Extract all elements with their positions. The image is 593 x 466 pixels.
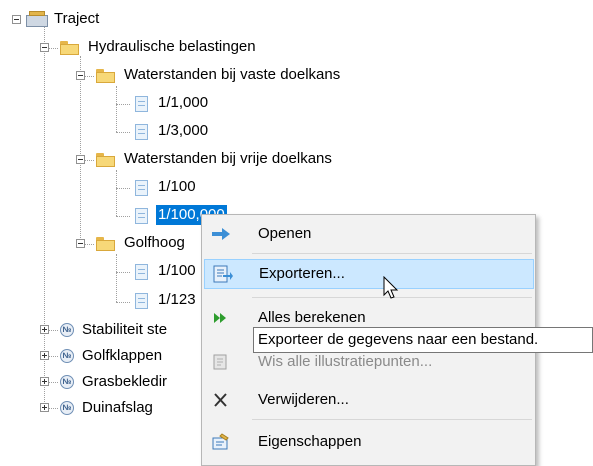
- run-all-icon: [210, 309, 232, 327]
- tree-line: [80, 56, 81, 246]
- collapse-toggle[interactable]: [12, 15, 21, 24]
- tree-item-fixed-2[interactable]: 1/3,000: [158, 121, 208, 141]
- tree-item-fixed-group[interactable]: Waterstanden bij vaste doelkans: [124, 65, 340, 85]
- collapse-toggle[interactable]: [76, 239, 85, 248]
- menu-item-properties[interactable]: Eigenschappen: [202, 427, 535, 457]
- menu-item-calculate-all-label: Alles berekenen: [258, 309, 366, 326]
- failure-mechanism-icon: №: [60, 401, 74, 415]
- tree-item-wave-2[interactable]: 1/123: [158, 290, 196, 310]
- folder-open-icon: [60, 41, 79, 55]
- expand-toggle[interactable]: [40, 403, 49, 412]
- collapse-toggle[interactable]: [76, 71, 85, 80]
- failure-mechanism-icon: №: [60, 375, 74, 389]
- tree-item-stability[interactable]: Stabiliteit ste: [82, 320, 167, 340]
- document-icon: [135, 264, 148, 280]
- menu-item-export[interactable]: Exporteren...: [204, 259, 534, 289]
- menu-item-export-label: Exporteren...: [259, 265, 345, 282]
- menu-item-open-label: Openen: [258, 225, 312, 242]
- tree-item-wave-impact[interactable]: Golfklappen: [82, 346, 162, 366]
- document-icon: [135, 180, 148, 196]
- expand-toggle[interactable]: [40, 351, 49, 360]
- tree-item-fixed-1[interactable]: 1/1,000: [158, 93, 208, 113]
- export-icon: [211, 265, 233, 283]
- failure-mechanism-icon: №: [60, 323, 74, 337]
- tree-item-traject[interactable]: Traject: [54, 9, 99, 29]
- arrow-right-icon: [210, 225, 232, 243]
- tree-line: [116, 86, 117, 132]
- tree-item-dune[interactable]: Duinafslag: [82, 398, 153, 418]
- tree-item-wave-1[interactable]: 1/100: [158, 261, 196, 281]
- expand-toggle[interactable]: [40, 377, 49, 386]
- failure-mechanism-icon: №: [60, 349, 74, 363]
- delete-icon: [210, 391, 232, 409]
- properties-icon: [210, 433, 232, 451]
- folder-open-icon: [96, 69, 115, 83]
- document-icon: [135, 208, 148, 224]
- document-icon: [135, 96, 148, 112]
- tree-item-grass[interactable]: Grasbekledir: [82, 372, 167, 392]
- menu-item-open[interactable]: Openen: [202, 219, 535, 249]
- clear-points-icon: [210, 353, 232, 371]
- document-icon: [135, 293, 148, 309]
- collapse-toggle[interactable]: [40, 43, 49, 52]
- tree-item-wave-group[interactable]: Golfhoog: [124, 233, 185, 253]
- tree-item-hydraulic[interactable]: Hydraulische belastingen: [88, 37, 256, 57]
- folder-open-icon: [96, 153, 115, 167]
- traject-icon: [26, 11, 48, 27]
- menu-item-delete[interactable]: Verwijderen...: [202, 385, 535, 415]
- tree-line: [116, 254, 117, 302]
- menu-item-clear-points-label: Wis alle illustratiepunten...: [258, 353, 433, 370]
- tree-item-free-group[interactable]: Waterstanden bij vrije doelkans: [124, 149, 332, 169]
- expand-toggle[interactable]: [40, 325, 49, 334]
- mouse-cursor-icon: [383, 275, 399, 300]
- tree-item-free-1[interactable]: 1/100: [158, 177, 196, 197]
- document-icon: [135, 124, 148, 140]
- menu-item-properties-label: Eigenschappen: [258, 433, 362, 450]
- tree-line: [116, 170, 117, 216]
- folder-open-icon: [96, 237, 115, 251]
- collapse-toggle[interactable]: [76, 155, 85, 164]
- menu-item-delete-label: Verwijderen...: [258, 391, 349, 408]
- tree-line: [44, 26, 45, 406]
- tooltip: Exporteer de gegevens naar een bestand.: [253, 327, 593, 353]
